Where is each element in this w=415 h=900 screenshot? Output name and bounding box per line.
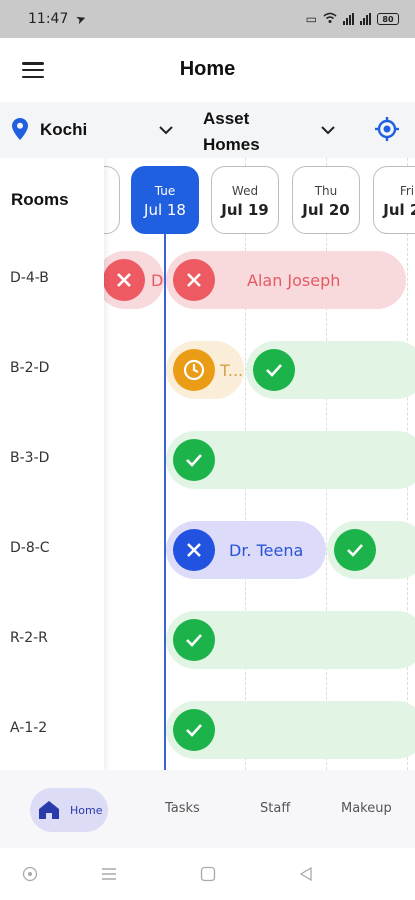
nav-staff-tab[interactable]: Staff — [260, 801, 290, 816]
nav-tasks-tab[interactable]: Tasks — [165, 801, 200, 816]
check-icon — [173, 439, 215, 481]
cancelled-icon — [173, 259, 215, 301]
check-icon — [334, 529, 376, 571]
app-screen: 11:47 ➤ ▭ 80 Home Kochi Asset Homes Tue … — [0, 0, 415, 900]
filter-bar: Kochi Asset Homes — [0, 102, 415, 158]
home-button-icon[interactable] — [200, 866, 216, 882]
booking-guest-name: D... — [151, 270, 164, 290]
date-card-dow: Fri — [399, 184, 415, 198]
property-line2: Homes — [203, 135, 260, 154]
property-chevron-down-icon[interactable] — [321, 125, 335, 135]
rooms-header: Rooms — [11, 190, 69, 209]
location-select[interactable]: Kochi — [40, 120, 87, 140]
signal-icon — [343, 13, 354, 25]
cancelled-icon — [103, 259, 145, 301]
date-card-date: Jul 18 — [144, 201, 186, 219]
booking-bar-pending[interactable]: T... — [166, 341, 244, 399]
check-icon — [173, 709, 215, 751]
back-icon[interactable] — [298, 866, 314, 882]
battery-icon: 80 — [377, 13, 399, 25]
room-label[interactable]: D-4-B — [10, 270, 49, 286]
booking-bar-confirmed[interactable] — [166, 431, 415, 489]
date-card-dow: Thu — [314, 184, 338, 198]
nav-home-tab[interactable]: Home — [30, 788, 108, 832]
date-card-dow: Tue — [154, 184, 176, 198]
date-card-date: Jul 19 — [221, 201, 269, 219]
today-indicator-line — [164, 228, 166, 770]
rooms-column: Rooms D-4-B B-2-D B-3-D D-8-C R-2-R A-1-… — [0, 158, 104, 770]
booking-bar-confirmed[interactable] — [327, 521, 415, 579]
page-title: Home — [179, 58, 236, 80]
nav-home-label: Home — [70, 803, 103, 817]
booking-guest-name: Alan Joseph — [247, 270, 341, 290]
room-label[interactable]: B-2-D — [10, 360, 49, 376]
status-time: 11:47 — [28, 11, 69, 27]
room-label[interactable]: D-8-C — [10, 540, 50, 556]
bottom-navigation: Home Tasks Staff Makeup — [0, 770, 415, 848]
date-card-jul-21[interactable]: Fri Jul 21 — [373, 166, 415, 234]
status-bar: 11:47 ➤ ▭ 80 — [0, 0, 415, 38]
wifi-icon — [323, 12, 337, 27]
date-card-jul-20[interactable]: Thu Jul 20 — [292, 166, 360, 234]
check-icon — [173, 619, 215, 661]
booking-bar-cancelled[interactable]: Alan Joseph — [166, 251, 406, 309]
booking-bar-checked-in[interactable]: Dr. Teena — [166, 521, 326, 579]
booking-guest-name: Dr. Teena — [229, 540, 304, 560]
date-card-dow: Wed — [231, 184, 259, 198]
property-select[interactable]: Asset Homes — [203, 106, 303, 158]
date-card-date: Jul 20 — [302, 201, 350, 219]
room-label[interactable]: B-3-D — [10, 450, 49, 466]
booking-guest-name: T... — [220, 360, 244, 380]
vibrate-icon: ▭ — [305, 12, 317, 26]
property-line1: Asset — [203, 109, 250, 128]
check-icon — [253, 349, 295, 391]
status-icons: ▭ 80 — [306, 12, 399, 27]
booking-bar-cancelled[interactable]: D... — [96, 251, 164, 309]
home-icon — [39, 801, 59, 819]
date-card-jul-19[interactable]: Wed Jul 19 — [211, 166, 279, 234]
room-label[interactable]: A-1-2 — [10, 720, 47, 736]
nav-makeup-tab[interactable]: Makeup — [341, 801, 392, 816]
booking-bar-confirmed[interactable] — [166, 701, 415, 759]
date-card-date: Jul 21 — [383, 201, 415, 219]
telegram-icon: ➤ — [74, 10, 89, 28]
date-card-jul-18[interactable]: Tue Jul 18 — [131, 166, 199, 234]
system-navigation-bar — [0, 848, 415, 900]
recents-icon[interactable] — [101, 866, 117, 882]
app-header: Home — [0, 38, 415, 102]
current-location-icon[interactable] — [374, 116, 400, 142]
location-pin-icon — [12, 118, 28, 140]
booking-bar-confirmed[interactable] — [246, 341, 415, 399]
clock-icon — [173, 349, 215, 391]
signal-icon-2 — [360, 13, 371, 25]
location-chevron-down-icon[interactable] — [159, 125, 173, 135]
booking-bar-confirmed[interactable] — [166, 611, 415, 669]
room-label[interactable]: R-2-R — [10, 630, 48, 646]
checked-in-icon — [173, 529, 215, 571]
schedule-grid[interactable]: Tue Jul 18 Wed Jul 19 Thu Jul 20 Fri Jul… — [0, 158, 415, 770]
assistant-icon[interactable] — [22, 866, 38, 882]
